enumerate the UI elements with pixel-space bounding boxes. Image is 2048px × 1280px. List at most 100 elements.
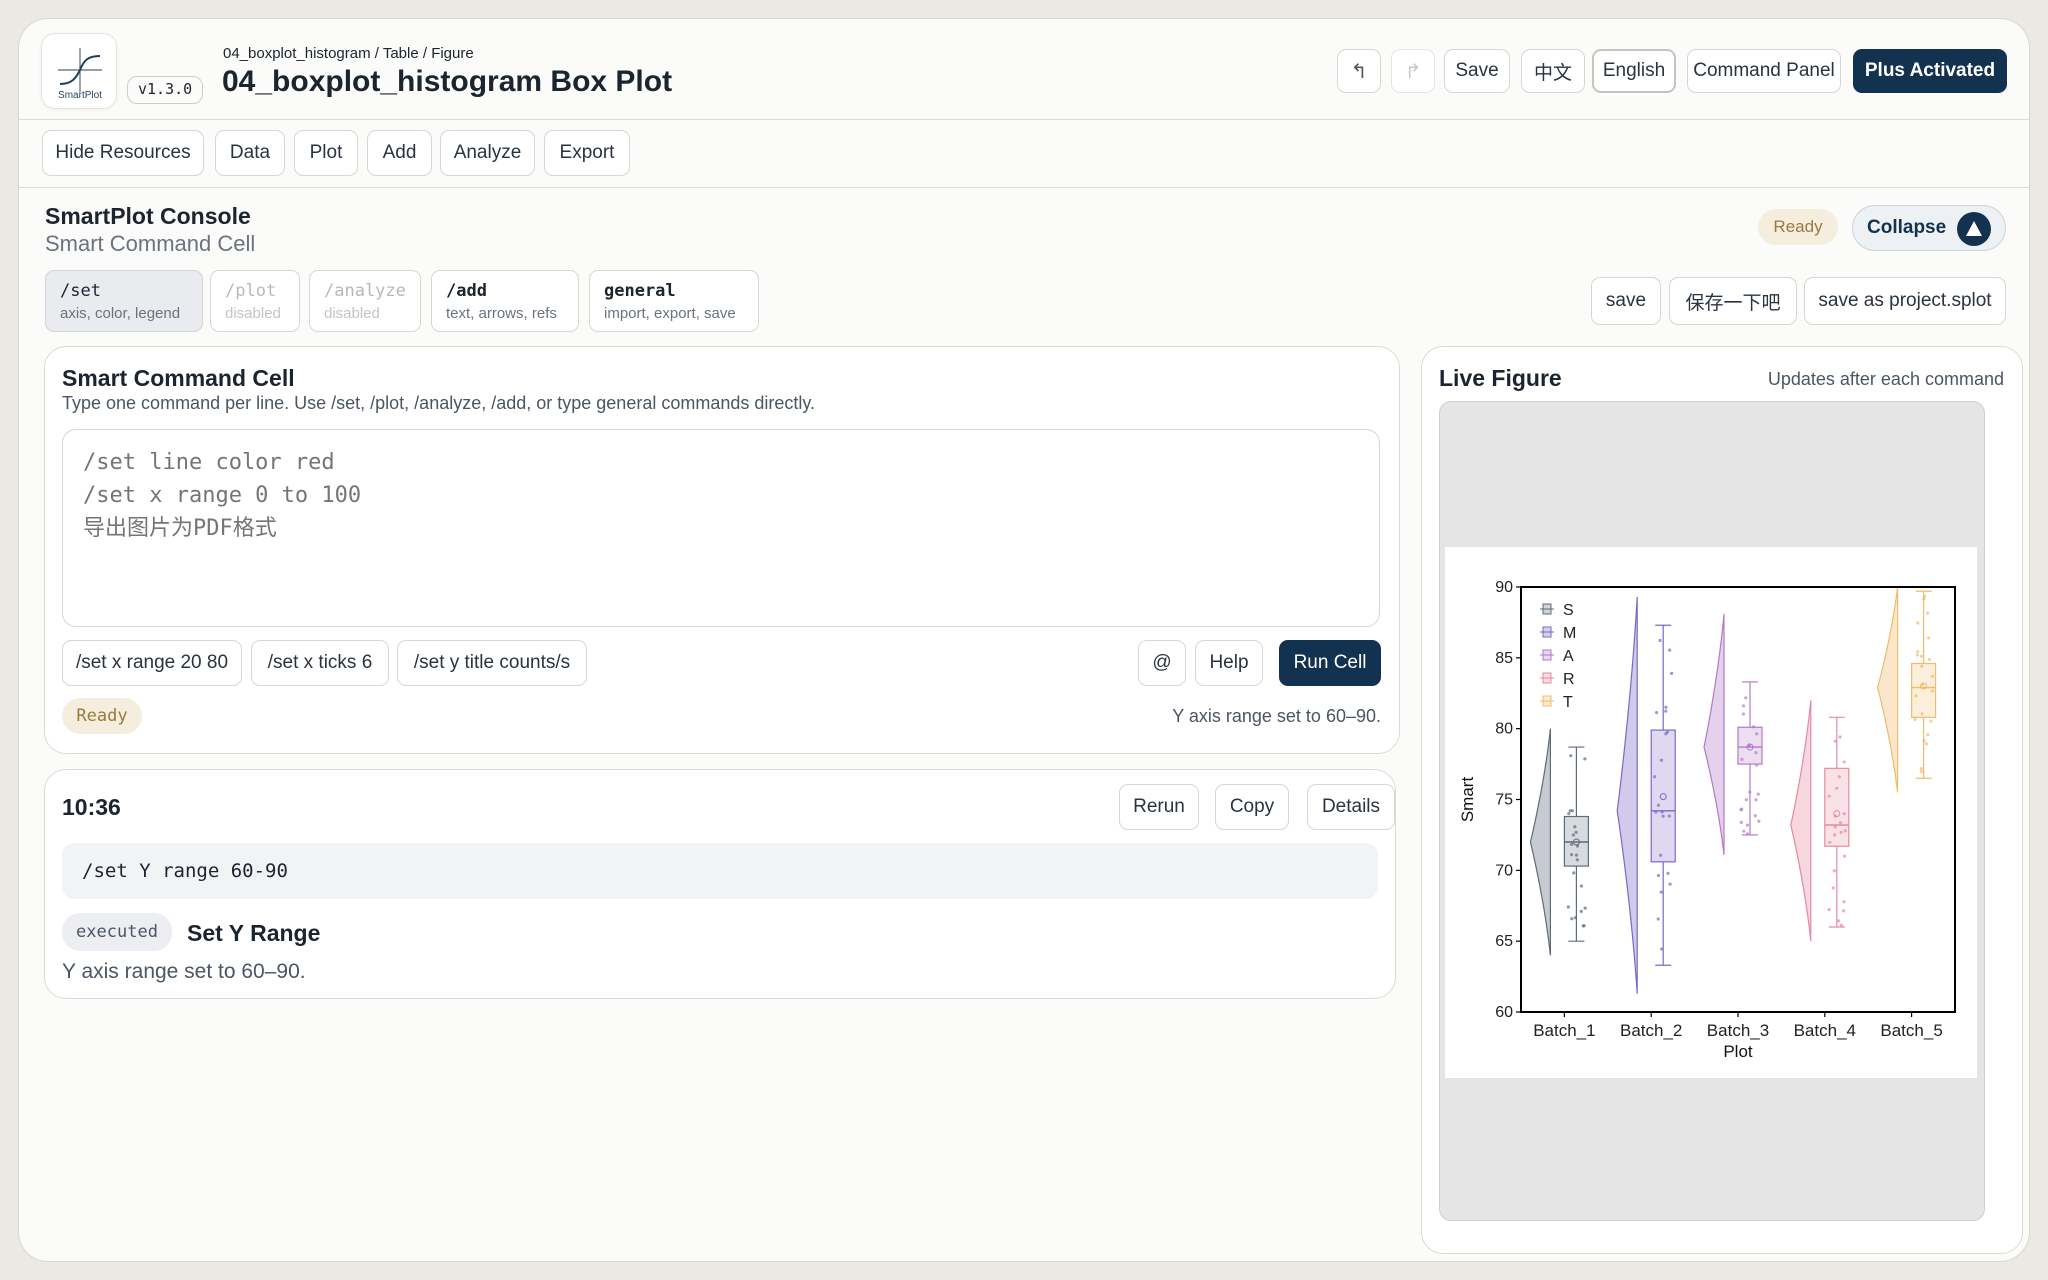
data-point bbox=[1573, 825, 1577, 829]
details-button[interactable]: Details bbox=[1307, 784, 1395, 830]
data-point bbox=[1754, 751, 1758, 755]
legend-label: S bbox=[1563, 602, 1574, 619]
history-time: 10:36 bbox=[62, 794, 121, 820]
data-point bbox=[1839, 830, 1843, 834]
data-point bbox=[1747, 743, 1752, 747]
data-point bbox=[1583, 757, 1587, 761]
chip-plot-description: disabled bbox=[225, 305, 281, 322]
version-badge: v1.3.0 bbox=[127, 76, 204, 104]
y-tick-label: 80 bbox=[1495, 721, 1513, 738]
x-tick-label: Batch_2 bbox=[1620, 1021, 1682, 1040]
mention-button[interactable]: @ bbox=[1138, 640, 1186, 686]
save-button[interactable]: Save bbox=[1444, 49, 1510, 93]
data-point bbox=[1654, 711, 1659, 715]
data-point bbox=[1742, 704, 1746, 708]
data-point bbox=[1842, 760, 1846, 764]
data-point bbox=[1920, 664, 1924, 668]
export-menu-button[interactable]: Export bbox=[544, 130, 630, 176]
suggestion-x-ticks[interactable]: /set x ticks 6 bbox=[251, 640, 389, 686]
app-logo[interactable]: SmartPlot bbox=[41, 33, 117, 109]
data-menu-button[interactable]: Data bbox=[215, 130, 285, 176]
rerun-button[interactable]: Rerun bbox=[1119, 784, 1199, 830]
data-point bbox=[1745, 823, 1750, 827]
legend-label: R bbox=[1563, 671, 1575, 688]
app-window: SmartPlot v1.3.0 04_boxplot_histogram / … bbox=[18, 18, 2030, 1262]
box-iqr bbox=[1650, 729, 1676, 863]
data-point bbox=[1927, 657, 1932, 662]
x-tick-label: Batch_5 bbox=[1880, 1021, 1942, 1040]
analyze-menu-button[interactable]: Analyze bbox=[440, 130, 535, 176]
chart-area[interactable]: 60 65 70 75 80 85 90 Batch_1 Batch_2 Batch_3 Batch… bbox=[1445, 547, 1977, 1078]
chip-analyze[interactable]: /analyze disabled bbox=[309, 270, 421, 332]
violin-shape bbox=[1790, 700, 1812, 942]
data-point bbox=[1742, 829, 1746, 833]
data-point bbox=[1919, 766, 1923, 771]
collapse-triangle-icon bbox=[1957, 212, 1991, 246]
data-point bbox=[1842, 854, 1847, 858]
data-point bbox=[1916, 621, 1920, 625]
chip-set[interactable]: /set axis, color, legend bbox=[45, 270, 203, 332]
data-point bbox=[1573, 916, 1577, 920]
data-point bbox=[1927, 636, 1931, 640]
data-point bbox=[1837, 919, 1841, 923]
undo-button[interactable]: ↰ bbox=[1337, 49, 1381, 93]
data-point bbox=[1842, 909, 1846, 913]
chip-general[interactable]: general import, export, save bbox=[589, 270, 759, 332]
suggestion-y-title[interactable]: /set y title counts/s bbox=[397, 640, 587, 686]
data-point bbox=[1920, 770, 1924, 774]
data-point bbox=[1930, 689, 1935, 693]
add-menu-button[interactable]: Add bbox=[367, 130, 432, 176]
redo-button[interactable]: ↱ bbox=[1391, 49, 1435, 93]
command-panel-button[interactable]: Command Panel bbox=[1687, 49, 1841, 93]
breadcrumb[interactable]: 04_boxplot_histogram / Table / Figure bbox=[223, 45, 474, 62]
y-tick-label: 85 bbox=[1495, 650, 1513, 667]
quick-save-chinese-button[interactable]: 保存一下吧 bbox=[1669, 277, 1797, 325]
data-point bbox=[1925, 611, 1930, 615]
data-point bbox=[1929, 719, 1933, 723]
box-plot-chart: 60 65 70 75 80 85 90 Batch_1 Batch_2 Batch_3 Batch… bbox=[1458, 579, 1956, 1061]
data-point bbox=[1922, 739, 1926, 743]
data-point bbox=[1570, 809, 1575, 813]
language-chinese-button[interactable]: 中文 bbox=[1521, 49, 1585, 93]
run-cell-button[interactable]: Run Cell bbox=[1279, 640, 1381, 686]
y-tick-label: 90 bbox=[1495, 579, 1513, 596]
data-point bbox=[1914, 694, 1918, 698]
data-point bbox=[1739, 808, 1743, 812]
cell-result-text: Y axis range set to 60–90. bbox=[1172, 706, 1381, 726]
data-point bbox=[1664, 705, 1668, 709]
chip-add-command: /add bbox=[446, 281, 487, 301]
help-button[interactable]: Help bbox=[1195, 640, 1263, 686]
data-point bbox=[1664, 709, 1668, 713]
chip-plot[interactable]: /plot disabled bbox=[210, 270, 300, 332]
copy-button[interactable]: Copy bbox=[1215, 784, 1289, 830]
violin-shape bbox=[1876, 586, 1899, 793]
chip-add[interactable]: /add text, arrows, refs bbox=[431, 270, 579, 332]
data-point bbox=[1739, 820, 1743, 825]
data-point bbox=[1567, 811, 1571, 816]
quick-save-button[interactable]: save bbox=[1591, 277, 1661, 325]
data-point bbox=[1656, 873, 1661, 878]
data-point bbox=[1754, 798, 1758, 802]
data-point bbox=[1583, 906, 1587, 910]
data-point bbox=[1744, 696, 1748, 700]
data-point bbox=[1670, 671, 1674, 676]
language-english-button[interactable]: English bbox=[1592, 49, 1676, 93]
plus-activated-button[interactable]: Plus Activated bbox=[1853, 49, 2007, 93]
figure-canvas: 60 65 70 75 80 85 90 Batch_1 Batch_2 Batch_3 Batch… bbox=[1439, 401, 1985, 1221]
save-as-project-button[interactable]: save as project.splot bbox=[1804, 277, 2006, 325]
suggestion-x-range[interactable]: /set x range 20 80 bbox=[62, 640, 242, 686]
command-input[interactable] bbox=[62, 429, 1380, 627]
plot-menu-button[interactable]: Plot bbox=[294, 130, 358, 176]
collapse-button[interactable]: Collapse bbox=[1852, 205, 2006, 251]
hide-resources-button[interactable]: Hide Resources bbox=[42, 130, 204, 176]
cell-status-badge: Ready bbox=[62, 698, 142, 734]
data-point bbox=[1832, 833, 1837, 837]
data-point bbox=[1838, 821, 1843, 825]
live-figure-title: Live Figure bbox=[1439, 365, 1562, 391]
data-point bbox=[1744, 798, 1748, 802]
data-point bbox=[1661, 814, 1665, 818]
data-point bbox=[1920, 712, 1924, 716]
y-tick-label: 70 bbox=[1495, 862, 1513, 879]
data-point bbox=[1930, 674, 1935, 678]
page-title: 04_boxplot_histogram Box Plot bbox=[222, 65, 673, 98]
